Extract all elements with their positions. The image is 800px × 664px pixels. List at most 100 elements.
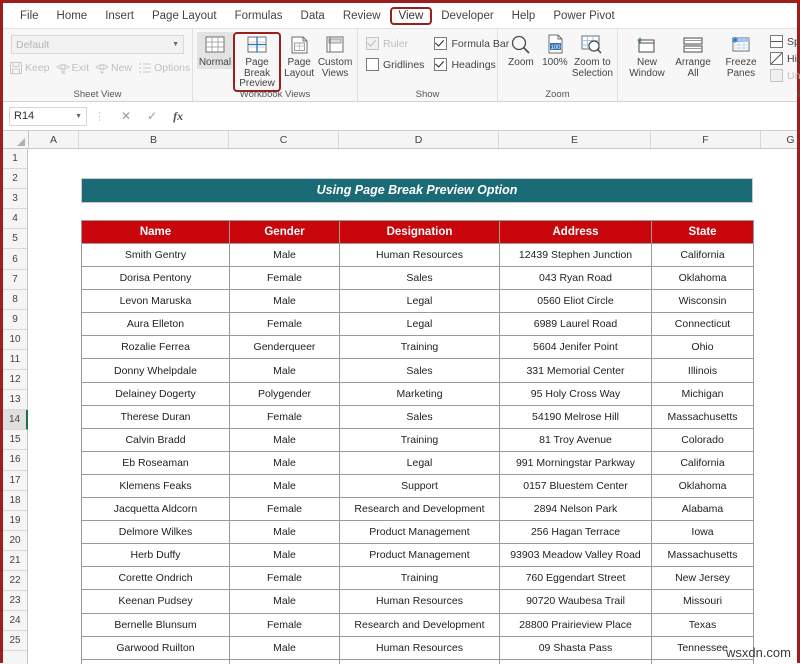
table-cell[interactable]: Murial Landal — [82, 659, 230, 664]
table-cell[interactable]: 90720 Waubesa Trail — [500, 590, 652, 613]
table-cell[interactable]: Missouri — [652, 590, 754, 613]
row-header-24[interactable]: 24 — [3, 611, 27, 631]
column-header-E[interactable]: E — [499, 131, 651, 148]
table-cell[interactable]: Donny Whelpdale — [82, 359, 230, 382]
table-cell[interactable]: Legal — [340, 290, 500, 313]
column-header-B[interactable]: B — [79, 131, 229, 148]
table-cell[interactable]: 09 Shasta Pass — [500, 636, 652, 659]
check-icon[interactable]: ✓ — [147, 109, 157, 123]
chevron-down-icon[interactable]: ▼ — [75, 113, 82, 120]
table-cell[interactable]: Legal — [340, 313, 500, 336]
row-header-8[interactable]: 8 — [3, 290, 27, 310]
table-cell[interactable]: Garwood Ruilton — [82, 636, 230, 659]
table-cell[interactable]: Massachusetts — [652, 405, 754, 428]
ribbon-tab-view[interactable]: View — [390, 7, 433, 25]
show-checkbox-gridlines[interactable]: Gridlines — [366, 58, 424, 71]
column-header-C[interactable]: C — [229, 131, 339, 148]
table-cell[interactable]: Levon Maruska — [82, 290, 230, 313]
ribbon-tab-help[interactable]: Help — [503, 7, 545, 25]
table-cell[interactable]: California — [652, 244, 754, 267]
select-all-corner[interactable] — [3, 131, 29, 148]
ribbon-tab-file[interactable]: File — [11, 7, 48, 25]
table-cell[interactable]: Male — [230, 474, 340, 497]
row-header-20[interactable]: 20 — [3, 531, 27, 551]
table-cell[interactable]: Product Management — [340, 521, 500, 544]
row-header-5[interactable]: 5 — [3, 229, 27, 249]
page-break-preview-button[interactable]: Page Break Preview — [233, 32, 281, 92]
table-cell[interactable]: 0560 Eliot Circle — [500, 290, 652, 313]
ribbon-tab-power-pivot[interactable]: Power Pivot — [544, 7, 623, 25]
table-cell[interactable]: Jacquetta Aldcorn — [82, 498, 230, 521]
table-cell[interactable]: Smith Gentry — [82, 244, 230, 267]
row-header-22[interactable]: 22 — [3, 571, 27, 591]
table-cell[interactable]: 93903 Meadow Valley Road — [500, 544, 652, 567]
sheet-view-keep-button[interactable]: Keep — [9, 61, 50, 75]
row-header-11[interactable]: 11 — [3, 350, 27, 370]
table-cell[interactable]: Female — [230, 567, 340, 590]
row-header-10[interactable]: 10 — [3, 330, 27, 350]
table-cell[interactable]: Male — [230, 244, 340, 267]
table-cell[interactable]: Male — [230, 590, 340, 613]
ribbon-tab-page-layout[interactable]: Page Layout — [143, 7, 226, 25]
window-hide-button[interactable]: Hide — [770, 52, 800, 65]
sheet-view-options-button[interactable]: Options — [138, 61, 190, 75]
table-cell[interactable]: 12439 Stephen Junction — [500, 244, 652, 267]
table-cell[interactable]: Research and Development — [340, 613, 500, 636]
table-cell[interactable]: Female — [230, 313, 340, 336]
custom-views-button[interactable]: Custom Views — [317, 32, 353, 79]
ribbon-tab-formulas[interactable]: Formulas — [226, 7, 292, 25]
table-cell[interactable]: Male — [230, 290, 340, 313]
table-cell[interactable]: Female — [230, 267, 340, 290]
table-cell[interactable]: Delmore Wilkes — [82, 521, 230, 544]
table-cell[interactable]: Corette Ondrich — [82, 567, 230, 590]
table-cell[interactable]: 256 Hagan Terrace — [500, 521, 652, 544]
table-cell[interactable]: Oklahoma — [652, 474, 754, 497]
page-layout-button[interactable]: Page Layout — [281, 32, 317, 79]
ribbon-tab-home[interactable]: Home — [48, 7, 97, 25]
table-cell[interactable]: Female — [230, 659, 340, 664]
table-cell[interactable]: Eb Roseaman — [82, 451, 230, 474]
fx-icon[interactable]: fx — [173, 109, 183, 124]
table-cell[interactable]: Wisconsin — [652, 290, 754, 313]
table-cell[interactable]: 5604 Jenifer Point — [500, 336, 652, 359]
zoom-button[interactable]: Zoom — [504, 32, 538, 69]
row-header-7[interactable]: 7 — [3, 270, 27, 290]
row-header-1[interactable]: 1 — [3, 149, 27, 169]
table-cell[interactable]: Marketing — [340, 382, 500, 405]
table-cell[interactable]: 760 Eggendart Street — [500, 567, 652, 590]
table-cell[interactable]: Klemens Feaks — [82, 474, 230, 497]
row-header-3[interactable]: 3 — [3, 189, 27, 209]
table-cell[interactable]: Delainey Dogerty — [82, 382, 230, 405]
column-header-A[interactable]: A — [29, 131, 79, 148]
ribbon-tab-data[interactable]: Data — [292, 7, 334, 25]
table-cell[interactable]: 54190 Melrose Hill — [500, 405, 652, 428]
formula-input[interactable] — [191, 106, 791, 127]
zoom-to-selection-button[interactable]: Zoom to Selection — [572, 32, 613, 79]
table-cell[interactable]: Male — [230, 451, 340, 474]
table-cell[interactable]: Male — [230, 521, 340, 544]
column-header-D[interactable]: D — [339, 131, 499, 148]
table-cell[interactable]: Female — [230, 405, 340, 428]
table-cell[interactable]: Aura Elleton — [82, 313, 230, 336]
table-cell[interactable]: 2894 Nelson Park — [500, 498, 652, 521]
row-header-15[interactable]: 15 — [3, 430, 27, 450]
row-header-6[interactable]: 6 — [3, 249, 27, 269]
table-cell[interactable]: Polygender — [230, 382, 340, 405]
table-cell[interactable]: Training — [340, 336, 500, 359]
ribbon-tab-review[interactable]: Review — [334, 7, 390, 25]
table-cell[interactable]: Research and Development — [340, 498, 500, 521]
arrange-all-button[interactable]: Arrange All — [670, 32, 716, 79]
row-header-9[interactable]: 9 — [3, 310, 27, 330]
cancel-icon[interactable]: ✕ — [121, 109, 131, 123]
normal-view-button[interactable]: Normal — [197, 32, 233, 69]
table-cell[interactable]: 991 Morningstar Parkway — [500, 451, 652, 474]
ribbon-tab-insert[interactable]: Insert — [96, 7, 143, 25]
table-cell[interactable]: Male — [230, 359, 340, 382]
row-header-13[interactable]: 13 — [3, 390, 27, 410]
row-header-16[interactable]: 16 — [3, 450, 27, 470]
row-header-17[interactable]: 17 — [3, 471, 27, 491]
ribbon-tab-developer[interactable]: Developer — [432, 7, 502, 25]
row-header-2[interactable]: 2 — [3, 169, 27, 189]
table-cell[interactable]: Support — [340, 474, 500, 497]
row-header-14[interactable]: 14 — [3, 410, 28, 430]
